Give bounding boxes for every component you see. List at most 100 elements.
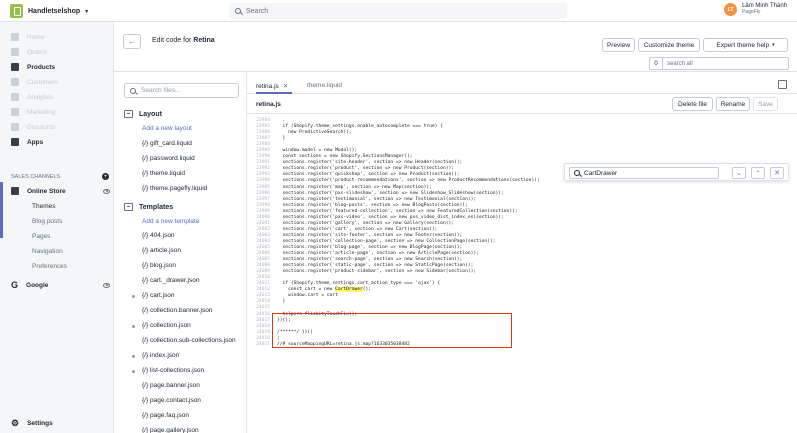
file-item[interactable]: {/} theme.liquid (142, 170, 185, 177)
global-search-input[interactable]: Search (229, 3, 567, 19)
file-name: index.json (149, 352, 180, 359)
nav-analytics[interactable]: Analytics (0, 90, 114, 104)
file-icon: {/} (142, 277, 149, 284)
file-icon: {/} (142, 307, 149, 314)
modified-dot (132, 295, 135, 298)
customize-theme-button[interactable]: Customize theme (638, 38, 700, 52)
nav-themes[interactable]: Themes (32, 203, 55, 210)
nav-google-label: Google (26, 281, 49, 289)
file-item[interactable]: {/} password.liquid (142, 155, 195, 162)
file-item[interactable]: {/} theme.pagefly.liquid (142, 185, 207, 192)
nav-apps[interactable]: Apps (0, 135, 114, 149)
file-item[interactable]: {/} collection.json (142, 322, 191, 329)
user-org: PageFly (742, 9, 761, 16)
tag-icon (11, 63, 19, 71)
nav-analytics-label: Analytics (27, 93, 54, 101)
chevron-down-icon: ⌄ (736, 170, 742, 177)
file-icon: {/} (142, 322, 149, 329)
view-icon[interactable] (103, 282, 110, 288)
preview-button[interactable]: Preview (602, 38, 635, 52)
file-icon: {/} (142, 140, 149, 147)
file-search-input[interactable]: Search files... (124, 83, 239, 98)
file-browser: Search files... Layout Add a new layout … (114, 72, 247, 433)
templates-folder[interactable]: Templates (124, 203, 173, 211)
file-item[interactable]: {/} page.banner.json (142, 382, 200, 389)
expert-help-button[interactable]: Expert theme help ▾ (703, 38, 788, 52)
layout-folder[interactable]: Layout (124, 110, 162, 118)
file-name: cart._drawer.json (149, 277, 200, 284)
file-item[interactable]: {/} cart.json (142, 292, 175, 299)
store-icon (11, 187, 19, 195)
nav-settings[interactable]: ⚙ Settings (0, 416, 114, 430)
file-item[interactable]: {/} gift_card.liquid (142, 140, 192, 147)
tab-theme-liquid[interactable]: theme.liquid (307, 82, 342, 89)
top-bar: Handletselshop ▾ Search LT Lâm Minh Thàn… (0, 0, 797, 22)
file-icon: {/} (142, 337, 149, 344)
nav-preferences[interactable]: Preferences (32, 263, 67, 270)
file-name: page.contact.json (149, 397, 201, 404)
avatar: LT (724, 3, 738, 16)
search-icon (574, 170, 580, 176)
delete-file-button[interactable]: Delete file (672, 97, 713, 111)
nav-products[interactable]: Products (0, 60, 114, 74)
save-button[interactable]: Save (753, 97, 778, 111)
user-menu[interactable]: LT Lâm Minh Thành PageFly (724, 3, 787, 16)
file-item[interactable]: {/} page.contact.json (142, 397, 201, 404)
file-item[interactable]: {/} page.gallery.json (142, 427, 199, 433)
nav-blog-posts[interactable]: Blog posts (32, 218, 62, 225)
file-name: blog.json (149, 262, 176, 269)
file-search-placeholder: Search files... (141, 87, 181, 94)
tab-retina-js[interactable]: retina.js ✕ (256, 82, 293, 94)
nav-online-store-label: Online Store (27, 187, 66, 195)
file-item[interactable]: {/} 404.json (142, 232, 175, 239)
nav-navigation[interactable]: Navigation (32, 248, 63, 255)
file-item[interactable]: {/} cart._drawer.json (142, 277, 199, 284)
file-icon: {/} (142, 352, 149, 359)
file-item[interactable]: {/} page.faq.json (142, 412, 189, 419)
file-item[interactable]: {/} collection.banner.json (142, 307, 212, 314)
find-next-button[interactable]: ⌄ (732, 167, 746, 179)
code-area[interactable]: 23984 23985 23986 23987 23988 23989 23990 23991… (247, 114, 797, 433)
nav-online-store[interactable]: Online Store (0, 184, 110, 198)
file-item[interactable]: {/} index.json (142, 352, 179, 359)
back-button[interactable]: ← (123, 34, 141, 49)
nav-marketing[interactable]: Marketing (0, 105, 114, 119)
rename-button[interactable]: Rename (716, 97, 750, 111)
search-all-field[interactable]: 0 search all (649, 57, 789, 70)
file-item[interactable]: {/} blog.json (142, 262, 176, 269)
add-channel-icon[interactable]: + (102, 173, 109, 180)
tab-label: retina.js (256, 82, 279, 90)
file-icon: {/} (142, 170, 149, 177)
file-icon: {/} (142, 262, 149, 269)
nav-customers[interactable]: Customers (0, 75, 114, 89)
file-item[interactable]: {/} list-collections.json (142, 367, 204, 374)
add-layout-link[interactable]: Add a new layout (142, 125, 192, 132)
file-item[interactable]: {/} collection.sub-collections.json (142, 337, 236, 344)
store-switcher[interactable]: Handletselshop ▾ (10, 4, 88, 18)
find-value: CartDrawer (584, 169, 618, 177)
fullscreen-icon[interactable] (778, 80, 787, 89)
file-name: cart.json (149, 292, 175, 299)
file-name: theme.liquid (149, 170, 186, 177)
nav-orders[interactable]: Orders (0, 45, 114, 59)
file-name: gift_card.liquid (149, 140, 192, 147)
nav-discounts[interactable]: Discounts (0, 120, 114, 134)
find-input[interactable]: CartDrawer (569, 167, 719, 179)
store-name: Handletselshop (28, 7, 81, 15)
nav-pages[interactable]: Pages (32, 233, 50, 240)
close-icon[interactable]: ✕ (283, 82, 288, 90)
nav-home[interactable]: Home (0, 30, 114, 44)
file-icon: {/} (142, 427, 149, 433)
add-template-link[interactable]: Add a new template (142, 218, 199, 225)
orders-icon (11, 48, 19, 56)
file-name: article.json (149, 247, 182, 254)
find-close-button[interactable]: ✕ (770, 167, 784, 179)
find-previous-button[interactable]: ⌃ (751, 167, 765, 179)
file-item[interactable]: {/} article.json (142, 247, 181, 254)
nav-google[interactable]: G Google (0, 278, 110, 292)
search-icon (235, 8, 241, 14)
file-name: page.gallery.json (149, 427, 199, 433)
shopify-bag-icon (10, 4, 23, 18)
view-icon[interactable] (103, 188, 110, 194)
nav-home-label: Home (27, 33, 45, 41)
